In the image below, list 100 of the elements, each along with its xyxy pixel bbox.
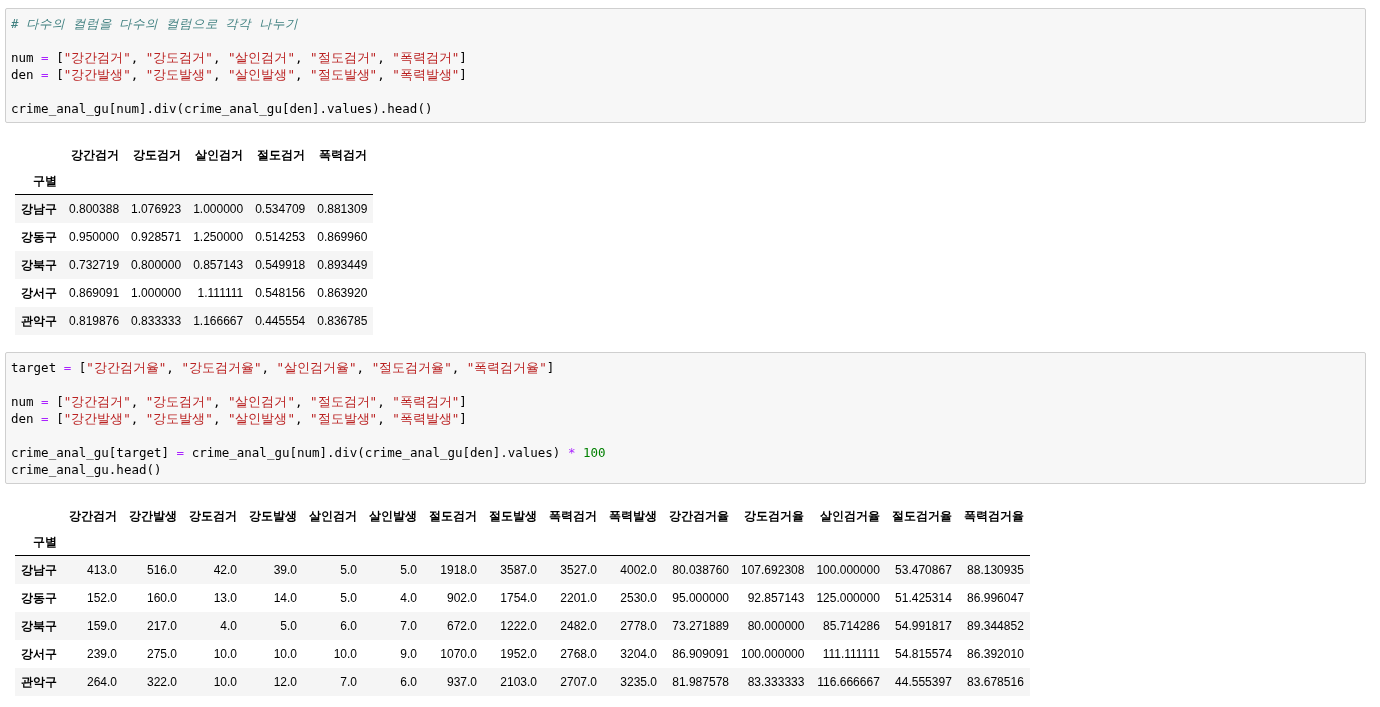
table-cell: 902.0 (423, 584, 483, 612)
table-cell: 39.0 (243, 555, 303, 584)
table-cell: 1070.0 (423, 640, 483, 668)
row-label: 강동구 (15, 223, 63, 251)
table-cell: 2768.0 (543, 640, 603, 668)
table-cell: 159.0 (63, 612, 123, 640)
column-header: 절도발생 (488, 507, 538, 525)
table-cell: 10.0 (303, 640, 363, 668)
table-cell: 13.0 (183, 584, 243, 612)
table-cell: 0.548156 (249, 279, 312, 307)
table-cell: 10.0 (183, 668, 243, 696)
table-cell: 0.869091 (63, 279, 126, 307)
table-cell: 100.000000 (735, 640, 811, 668)
table-cell: 937.0 (423, 668, 483, 696)
column-header: 살인검거 (308, 507, 358, 525)
code-line: crime_anal_gu[target] = crime_anal_gu[num].div(crime_anal_gu[den].values) * 100 (11, 444, 607, 461)
table-cell: 2707.0 (543, 668, 603, 696)
table-cell: 5.0 (303, 584, 363, 612)
table-cell: 1.111111 (187, 279, 250, 307)
column-header: 강간발생 (128, 507, 178, 525)
table-cell: 54.991817 (885, 612, 958, 640)
table-cell: 80.038760 (663, 555, 735, 584)
table-cell: 2778.0 (603, 612, 663, 640)
table-cell: 2482.0 (543, 612, 603, 640)
table-cell: 1.250000 (187, 223, 250, 251)
row-label: 강서구 (15, 279, 63, 307)
table-cell: 107.692308 (735, 555, 811, 584)
table-cell: 116.666667 (810, 668, 886, 696)
table-cell: 0.800388 (63, 194, 126, 223)
table-cell: 0.836785 (311, 307, 374, 335)
table-cell: 14.0 (243, 584, 303, 612)
table-cell: 4.0 (183, 612, 243, 640)
row-label: 강남구 (15, 555, 63, 584)
table-cell: 0.863920 (311, 279, 374, 307)
table-cell: 3235.0 (603, 668, 663, 696)
table-cell: 51.425314 (885, 584, 958, 612)
table-cell: 0.534709 (249, 194, 312, 223)
table-cell: 322.0 (123, 668, 183, 696)
table-cell: 1.076923 (125, 194, 188, 223)
table-cell: 1918.0 (423, 555, 483, 584)
table-cell: 3587.0 (483, 555, 543, 584)
table-cell: 1952.0 (483, 640, 543, 668)
row-label: 관악구 (15, 668, 63, 696)
table-cell: 10.0 (243, 640, 303, 668)
table-cell: 0.445554 (249, 307, 312, 335)
code-cell[interactable] (5, 352, 1366, 484)
code-line: crime_anal_gu.head() (11, 461, 163, 478)
code-line: target = ["강간검거율", "강도검거율", "살인검거율", "절도검거율", "폭력검거율"] (11, 359, 556, 376)
column-header: 폭력검거 (318, 146, 369, 164)
table-cell: 0.514253 (249, 223, 312, 251)
table-cell: 1754.0 (483, 584, 543, 612)
table-cell: 86.909091 (663, 640, 735, 668)
table-cell: 152.0 (63, 584, 123, 612)
code-line: crime_anal_gu[num].div(crime_anal_gu[den].values).head() (11, 100, 434, 117)
table-cell: 92.857143 (735, 584, 811, 612)
column-header: 강도검거 (188, 507, 238, 525)
table-cell: 1222.0 (483, 612, 543, 640)
table-cell: 516.0 (123, 555, 183, 584)
index-header: 구별 (15, 529, 63, 556)
column-header: 절도검거율 (890, 507, 953, 525)
table-cell: 125.000000 (810, 584, 886, 612)
table-cell: 6.0 (363, 668, 423, 696)
column-header: 강간검거 (70, 146, 121, 164)
table-cell: 0.869960 (311, 223, 374, 251)
table-cell: 0.549918 (249, 251, 312, 279)
code-line: num = ["강간검거", "강도검거", "살인검거", "절도검거", "폭력검거"] (11, 393, 468, 410)
table-cell: 10.0 (183, 640, 243, 668)
column-header: 폭력검거 (548, 507, 598, 525)
code-cell[interactable]: # 다수의 컬럼을 다수의 컬럼으로 각각 나누기 num = ["강간검거", "강도검거", "살인검거", "절도검거", "폭력검거"] den = ["강간발생", "강도발생", "살인발생", "절도발생", "폭력발생"] crime_anal_gu[num].div(crime_anal_gu[den].values).head() (5, 8, 1366, 123)
table-cell: 54.815574 (885, 640, 958, 668)
table-cell: 42.0 (183, 555, 243, 584)
table-cell: 3527.0 (543, 555, 603, 584)
table-cell: 0.732719 (63, 251, 126, 279)
table-cell: 264.0 (63, 668, 123, 696)
table-cell: 83.678516 (957, 668, 1030, 696)
table-cell: 0.833333 (125, 307, 188, 335)
row-label: 강동구 (15, 584, 63, 612)
table-cell: 160.0 (123, 584, 183, 612)
table-cell: 7.0 (363, 612, 423, 640)
row-label: 강서구 (15, 640, 63, 668)
table-cell: 4002.0 (603, 555, 663, 584)
code-line: num = ["강간검거", "강도검거", "살인검거", "절도검거", "폭력검거"] (11, 49, 468, 66)
row-label: 관악구 (15, 307, 63, 335)
table-cell: 73.271889 (663, 612, 735, 640)
column-header: 폭력검거율 (962, 507, 1025, 525)
column-header: 절도검거 (428, 507, 478, 525)
table-cell: 0.928571 (125, 223, 188, 251)
table-cell: 2103.0 (483, 668, 543, 696)
table-cell: 0.819876 (63, 307, 126, 335)
code-line: den = ["강간발생", "강도발생", "살인발생", "절도발생", "폭력발생"] (11, 410, 468, 427)
table-cell: 95.000000 (663, 584, 735, 612)
table-cell: 12.0 (243, 668, 303, 696)
table-cell: 1.000000 (125, 279, 188, 307)
table-cell: 0.950000 (63, 223, 126, 251)
table-cell: 53.470867 (885, 555, 958, 584)
table-cell: 81.987578 (663, 668, 735, 696)
column-header: 강도검거율 (743, 507, 806, 525)
table-cell: 83.333333 (735, 668, 811, 696)
table-cell: 88.130935 (957, 555, 1030, 584)
table-cell: 239.0 (63, 640, 123, 668)
